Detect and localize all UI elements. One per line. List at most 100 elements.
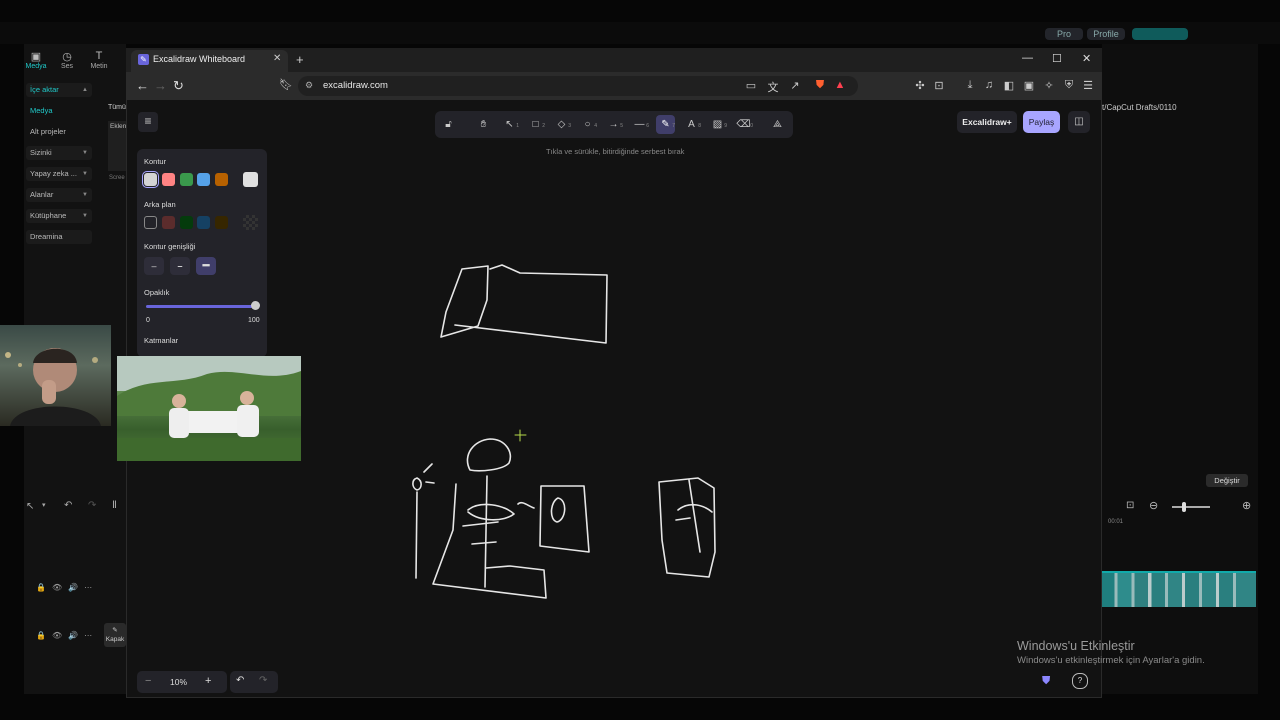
url-text[interactable]: excalidraw.com: [323, 80, 388, 91]
tool-lock[interactable]: 🔓︎: [439, 115, 458, 134]
tool-select[interactable]: ↖ 1: [500, 115, 519, 134]
stroke-current-color[interactable]: [243, 172, 258, 187]
brave-rewards-icon[interactable]: ▲: [833, 79, 847, 91]
cursor-icon[interactable]: ↖: [26, 501, 34, 512]
zoom-reset-button[interactable]: 10%: [170, 677, 187, 687]
capcut-pro-badge[interactable]: Pro: [1045, 28, 1083, 40]
undo-icon[interactable]: ↶: [236, 675, 244, 686]
zoom-in-button[interactable]: +: [205, 675, 211, 687]
chevron-down-icon[interactable]: ▾: [42, 501, 46, 509]
pencil-icon: ✎: [112, 627, 118, 634]
capcut-sidebar-import[interactable]: İçe aktar ▲: [26, 83, 92, 97]
wallet-icon[interactable]: ▣: [1022, 79, 1036, 92]
opacity-slider-thumb[interactable]: [251, 301, 260, 310]
capcut-sidebar-subprojects[interactable]: Alt projeler: [26, 125, 92, 139]
capcut-change-button[interactable]: Değiştir: [1206, 474, 1248, 487]
capcut-video-clip[interactable]: [1102, 571, 1256, 607]
forward-icon[interactable]: →: [154, 78, 167, 93]
new-tab-icon[interactable]: +: [296, 52, 304, 67]
stroke-color-swatch[interactable]: [142, 171, 159, 188]
background-color-swatch[interactable]: [162, 216, 175, 229]
background-current-color[interactable]: [243, 215, 258, 230]
extensions-icon[interactable]: ✣: [913, 79, 927, 92]
zoom-in-icon[interactable]: ⊕: [1242, 499, 1251, 512]
capcut-track-controls[interactable]: 🔒👁🔊⋯: [36, 631, 100, 641]
stroke-color-swatch[interactable]: [180, 173, 193, 186]
background-color-swatch[interactable]: [197, 216, 210, 229]
stroke-color-swatch[interactable]: [197, 173, 210, 186]
menu-icon[interactable]: ☰: [1081, 79, 1095, 92]
main-menu-button[interactable]: ≡: [138, 112, 158, 132]
stroke-width-thin[interactable]: –: [144, 257, 164, 275]
zoom-slider-thumb[interactable]: [1182, 502, 1186, 512]
media-icon[interactable]: ♫: [982, 79, 996, 91]
capcut-media-item[interactable]: Eklen: [108, 121, 126, 171]
back-icon[interactable]: ←: [136, 78, 149, 93]
leo-ai-icon[interactable]: ✧: [1042, 79, 1056, 92]
translate-icon[interactable]: 文: [766, 79, 780, 95]
tool-arrow[interactable]: → 5: [604, 115, 624, 134]
redo-icon[interactable]: ↷: [88, 500, 96, 511]
capcut-sidebar-media[interactable]: Medya: [26, 104, 92, 118]
capcut-sidebar-spaces[interactable]: Alanlar ▼: [26, 188, 92, 202]
capcut-media-all[interactable]: Tümü: [108, 104, 126, 111]
capcut-sidebar-dreamina[interactable]: Dreamina: [26, 230, 92, 244]
stroke-color-swatch[interactable]: [215, 173, 228, 186]
tool-hand[interactable]: ✋︎: [474, 115, 493, 134]
capcut-track-controls[interactable]: 🔒👁🔊⋯: [36, 583, 100, 593]
split-icon[interactable]: Ⅱ: [112, 500, 117, 511]
minimize-icon[interactable]: —: [1022, 52, 1033, 64]
preview-icon[interactable]: ⊡: [1126, 500, 1134, 511]
zoom-slider[interactable]: [1172, 506, 1210, 508]
screenshot-icon[interactable]: ⊡: [932, 79, 946, 92]
capcut-sidebar-ai[interactable]: Yapay zeka ... ▼: [26, 167, 92, 181]
opacity-slider[interactable]: [146, 305, 258, 308]
encryption-shield-icon[interactable]: ⛊: [1042, 675, 1050, 688]
capcut-sidebar-yours[interactable]: Sizinki ▼: [26, 146, 92, 160]
library-button[interactable]: ◫: [1068, 111, 1090, 133]
tool-text[interactable]: A8: [682, 115, 701, 134]
capcut-sidebar-library[interactable]: Kütüphane ▼: [26, 209, 92, 223]
chevron-down-icon: ▼: [82, 192, 88, 198]
bookmark-icon[interactable]: 🔖︎: [279, 78, 293, 91]
zoom-out-button[interactable]: −: [145, 675, 151, 687]
background-color-swatch[interactable]: [180, 216, 193, 229]
background-color-swatch[interactable]: [215, 216, 228, 229]
stroke-width-bold[interactable]: –: [170, 257, 190, 275]
reload-icon[interactable]: ↻: [173, 78, 184, 94]
share-icon[interactable]: ↗: [788, 79, 802, 92]
stroke-width-extra-bold[interactable]: ━: [196, 257, 216, 275]
maximize-icon[interactable]: ☐: [1052, 52, 1062, 65]
capcut-profile-button[interactable]: Profile: [1087, 28, 1125, 40]
tool-line[interactable]: —6: [630, 115, 650, 134]
cast-icon[interactable]: ▭: [744, 79, 758, 92]
tool-rectangle[interactable]: □ 2: [526, 115, 545, 134]
stroke-color-swatch[interactable]: [162, 173, 175, 186]
capcut-tab-audio[interactable]: ◷ Ses: [53, 50, 81, 70]
opacity-max-label: 100: [248, 317, 260, 324]
zoom-out-icon[interactable]: ⊖: [1149, 499, 1158, 512]
share-button[interactable]: Paylaş: [1023, 111, 1060, 133]
background-color-swatch[interactable]: [144, 216, 157, 229]
tool-more-shapes[interactable]: ⟁: [768, 115, 787, 134]
tool-eraser[interactable]: ⌫ 0: [734, 115, 753, 134]
brave-shield-icon[interactable]: ⛊: [813, 79, 827, 92]
redo-icon[interactable]: ↷: [259, 675, 267, 686]
vpn-icon[interactable]: ⛨: [1062, 79, 1076, 92]
tool-pencil[interactable]: ✎ 7: [656, 115, 675, 134]
excalidraw-plus-button[interactable]: Excalidraw+: [957, 111, 1017, 133]
undo-icon[interactable]: ↶: [64, 500, 72, 511]
capcut-tab-text[interactable]: T Metin: [85, 50, 113, 70]
tool-image[interactable]: ▨ 9: [708, 115, 727, 134]
download-icon[interactable]: ⤓: [963, 79, 977, 92]
capcut-cover-button[interactable]: ✎ Kapak: [104, 623, 126, 647]
close-icon[interactable]: ✕: [273, 53, 281, 64]
site-settings-icon[interactable]: ⚙︎: [305, 80, 313, 91]
capcut-tab-media[interactable]: ▣ Medya: [22, 50, 50, 70]
sidebar-icon[interactable]: ◧: [1002, 79, 1016, 92]
tool-diamond[interactable]: ◇ 3: [552, 115, 571, 134]
tool-ellipse[interactable]: ○ 4: [578, 115, 597, 134]
window-close-icon[interactable]: ✕: [1082, 52, 1091, 65]
help-icon[interactable]: ?: [1072, 673, 1088, 689]
capcut-export-button[interactable]: [1132, 28, 1188, 40]
